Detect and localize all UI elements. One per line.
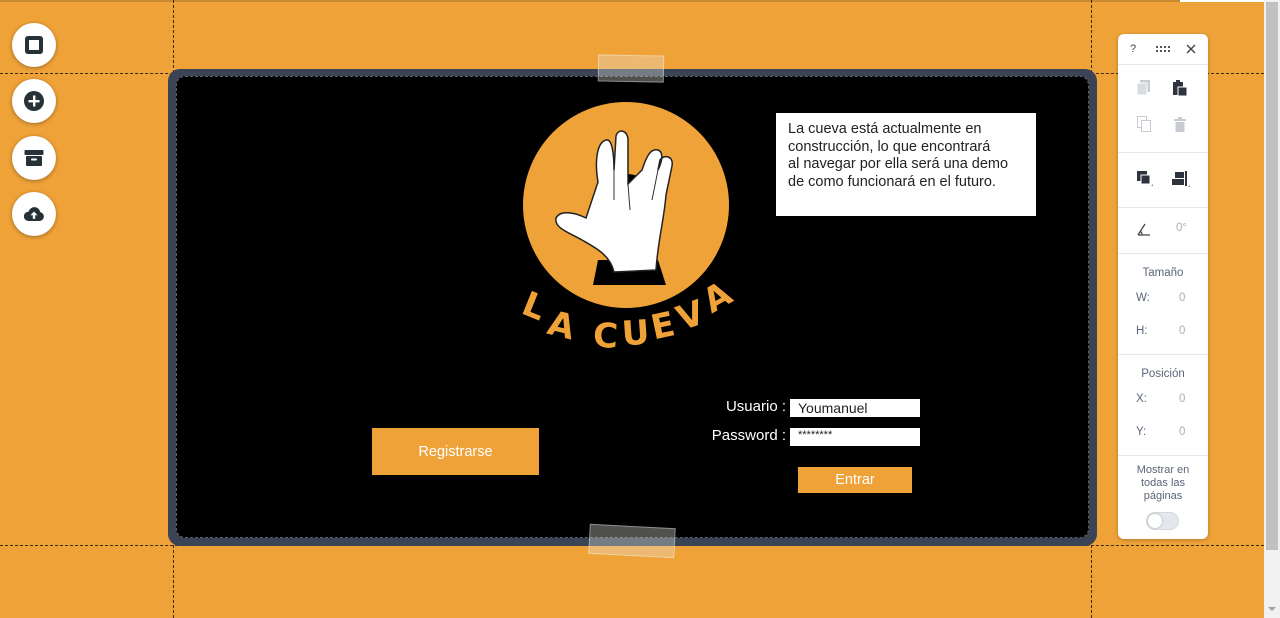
- construction-notice: La cueva está actualmente en construcció…: [776, 113, 1036, 216]
- password-input[interactable]: ********: [790, 428, 920, 446]
- show-all-pages-label: Mostrar en todas las páginas: [1136, 464, 1190, 502]
- paste-icon[interactable]: [1170, 78, 1190, 98]
- panel-divider: [1118, 152, 1208, 153]
- add-tool-button[interactable]: [12, 79, 56, 123]
- svg-text:U: U: [620, 313, 650, 355]
- panel-divider: [1118, 253, 1208, 254]
- height-value[interactable]: 0: [1179, 325, 1185, 337]
- help-icon[interactable]: ?: [1126, 42, 1140, 56]
- top-border-highlight: [1180, 0, 1264, 2]
- width-value[interactable]: 0: [1179, 292, 1185, 304]
- y-value[interactable]: 0: [1179, 426, 1185, 438]
- duplicate-icon[interactable]: [1134, 114, 1154, 134]
- plus-circle-icon: [24, 91, 44, 111]
- tape-bottom: [588, 523, 676, 559]
- panel-divider: [1118, 354, 1208, 355]
- toggle-knob: [1148, 514, 1162, 528]
- archive-tool-button[interactable]: [12, 136, 56, 180]
- tape-top: [597, 54, 665, 83]
- width-label: W:: [1136, 292, 1150, 304]
- x-label: X:: [1136, 393, 1147, 405]
- rotation-icon: [1134, 220, 1154, 238]
- bring-front-icon[interactable]: [1134, 168, 1156, 190]
- cloud-upload-icon: [23, 207, 44, 221]
- height-label: H:: [1136, 325, 1148, 337]
- username-label: Usuario :: [725, 398, 786, 415]
- align-icon[interactable]: [1170, 168, 1192, 190]
- size-title: Tamaño: [1142, 267, 1184, 279]
- scroll-down-arrow-icon[interactable]: [1266, 604, 1278, 614]
- x-value[interactable]: 0: [1179, 393, 1185, 405]
- registrarse-button[interactable]: Registrarse: [372, 428, 539, 475]
- panel-divider: [1118, 207, 1208, 208]
- panel-divider: [1118, 455, 1208, 456]
- rotation-value[interactable]: 0°: [1176, 222, 1187, 234]
- trash-icon[interactable]: [1170, 114, 1190, 134]
- password-label: Password :: [711, 427, 786, 444]
- username-input[interactable]: [790, 399, 920, 417]
- entrar-button[interactable]: Entrar: [798, 467, 912, 493]
- archive-box-icon: [24, 150, 44, 166]
- svg-text:C: C: [592, 316, 619, 355]
- rectangle-tool-button[interactable]: [12, 23, 56, 67]
- show-all-pages-toggle[interactable]: [1146, 512, 1179, 530]
- properties-panel: ? 0° Tamaño W: 0 H: 0 Posición X: 0 Y: 0…: [1118, 34, 1208, 539]
- scrollbar-thumb[interactable]: [1266, 2, 1278, 550]
- svg-text:A: A: [544, 303, 580, 348]
- close-icon[interactable]: [1184, 42, 1198, 56]
- y-label: Y:: [1136, 426, 1147, 438]
- square-icon: [25, 36, 43, 54]
- la-cueva-logo: L A C U E V A: [518, 102, 739, 355]
- copy-icon[interactable]: [1134, 78, 1154, 98]
- top-border: [0, 0, 1264, 2]
- upload-tool-button[interactable]: [12, 192, 56, 236]
- drag-handle-icon[interactable]: [1154, 42, 1172, 56]
- panel-divider: [1118, 64, 1208, 65]
- svg-text:L: L: [518, 284, 551, 329]
- position-title: Posición: [1141, 368, 1185, 380]
